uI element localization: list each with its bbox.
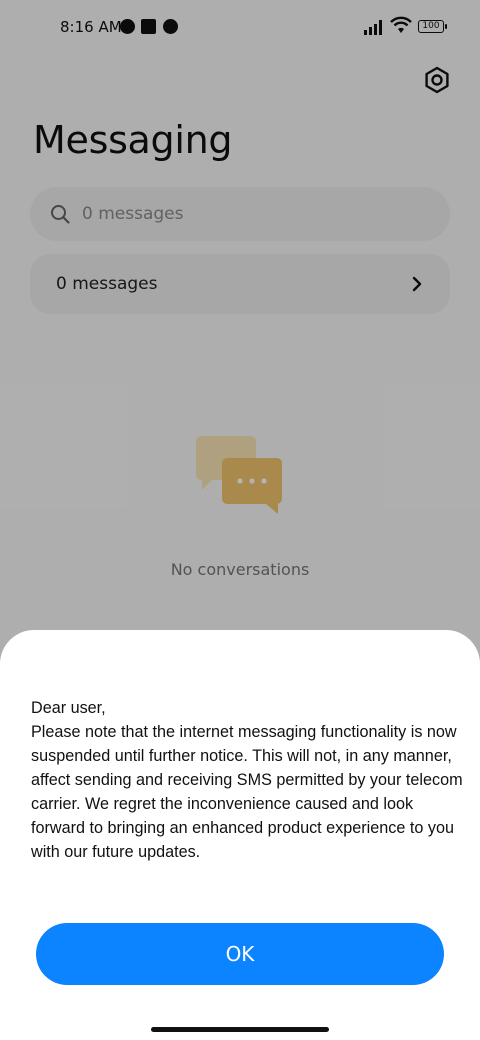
- notice-sheet: Dear user, Please note that the internet…: [0, 630, 480, 1040]
- notice-message: Dear user, Please note that the internet…: [31, 699, 463, 861]
- ok-button[interactable]: OK: [36, 923, 444, 985]
- home-indicator[interactable]: [151, 1027, 329, 1032]
